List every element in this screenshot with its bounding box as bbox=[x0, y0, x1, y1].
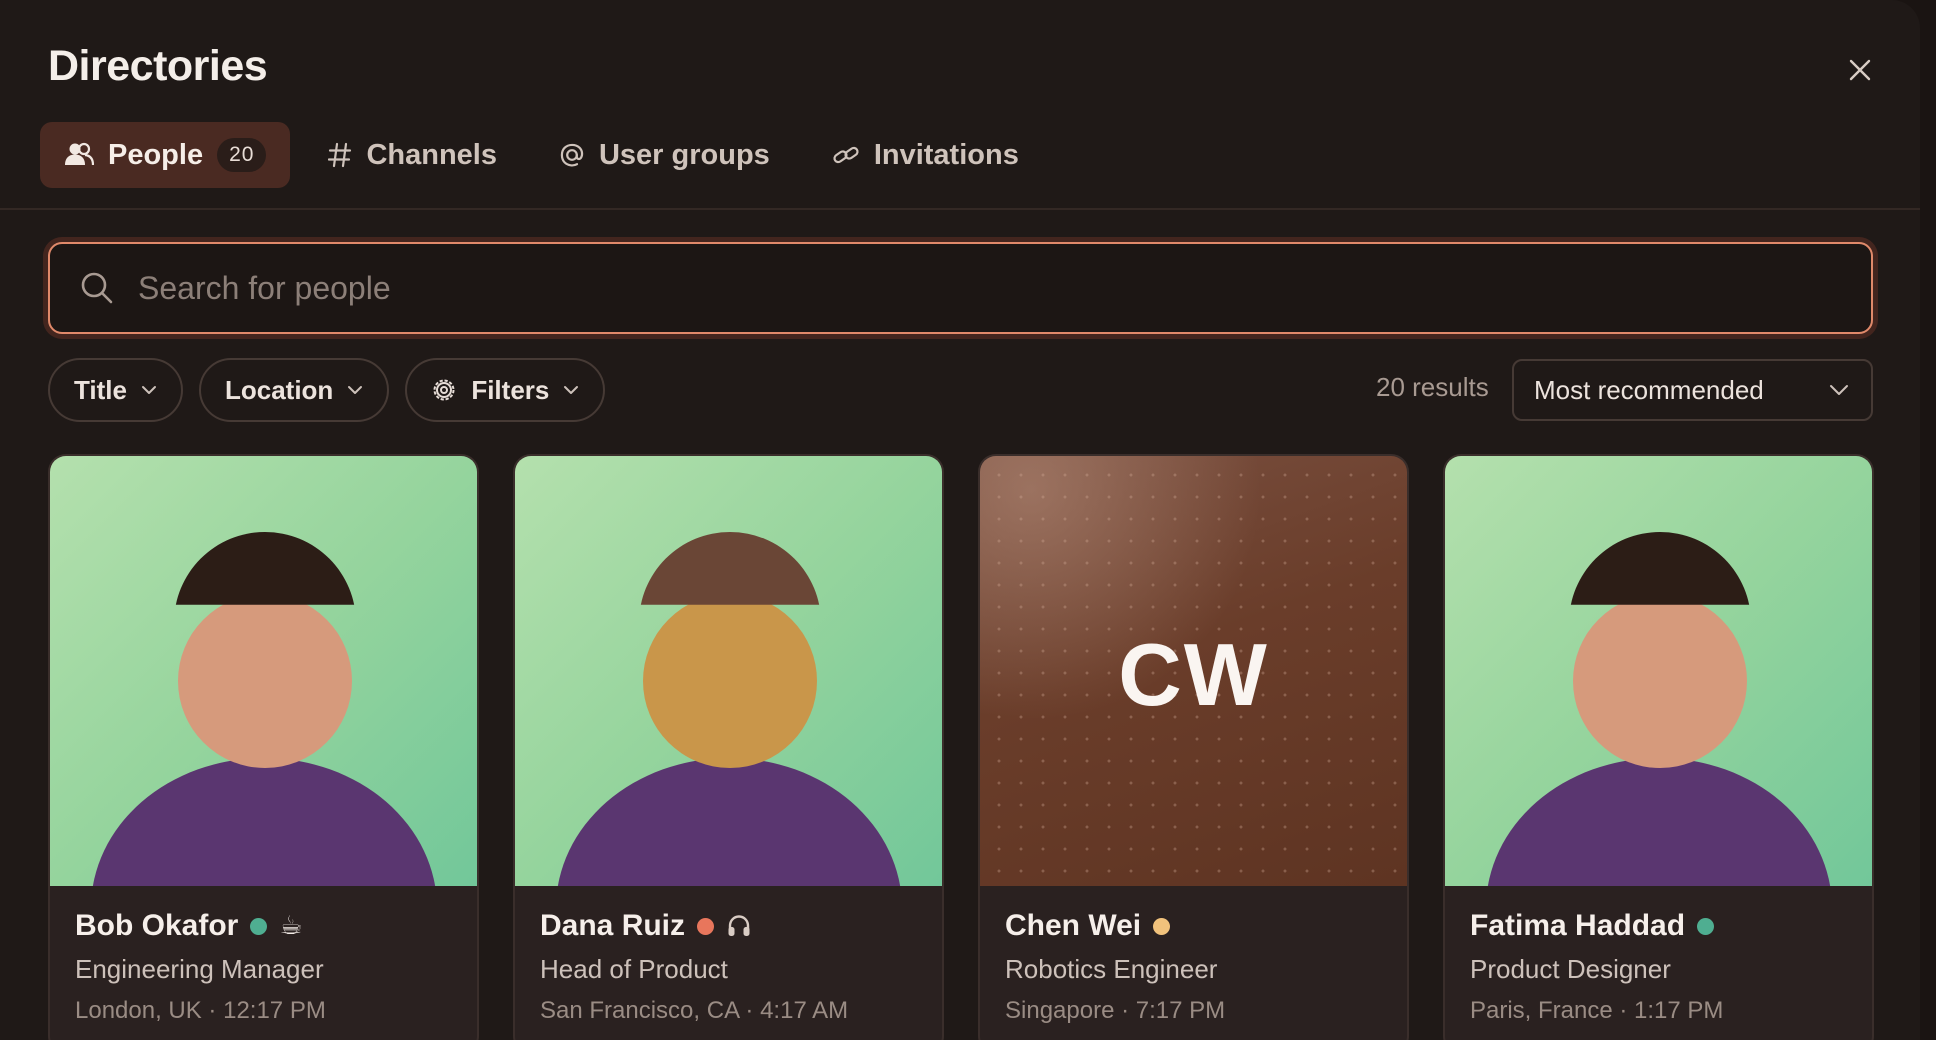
filter-label: Filters bbox=[471, 374, 550, 405]
status-dot bbox=[697, 917, 715, 935]
person-info: Bob Okafor ☕ Engineering Manager London,… bbox=[75, 906, 457, 1025]
sort-dropdown[interactable]: Most recommended bbox=[1512, 359, 1873, 421]
chevron-down-icon bbox=[1830, 385, 1848, 395]
tab-label: People bbox=[108, 138, 204, 171]
avatar bbox=[515, 456, 942, 886]
chevron-down-icon bbox=[141, 386, 156, 394]
tab-label: Channels bbox=[366, 138, 497, 171]
tab-people[interactable]: People 20 bbox=[40, 122, 291, 188]
avatar-head bbox=[643, 594, 817, 768]
person-location: London, UK · 12:17 PM bbox=[75, 997, 326, 1024]
sort-selected-label: Most recommended bbox=[1534, 374, 1764, 405]
person-card[interactable]: Bob Okafor ☕ Engineering Manager London,… bbox=[48, 454, 479, 1040]
coffee-icon: ☕ bbox=[279, 911, 303, 941]
people-icon bbox=[65, 142, 94, 166]
at-icon bbox=[560, 143, 584, 167]
person-location: Singapore · 7:17 PM bbox=[1005, 997, 1226, 1024]
person-name: Chen Wei bbox=[1005, 909, 1142, 942]
avatar-head bbox=[1573, 594, 1747, 768]
avatar-head bbox=[178, 594, 352, 768]
tab-label: User groups bbox=[598, 138, 770, 171]
tab-invitations[interactable]: Invitations bbox=[808, 122, 1043, 188]
person-location: Paris, France · 1:17 PM bbox=[1470, 997, 1724, 1024]
tab-label: Invitations bbox=[873, 138, 1019, 171]
directory-tabs: People 20 Channels User groups Invitatio… bbox=[40, 122, 1043, 188]
person-title: Head of Product bbox=[540, 954, 728, 984]
title-filter-button[interactable]: Title bbox=[48, 358, 183, 422]
filter-label: Title bbox=[74, 374, 127, 405]
person-name: Bob Okafor bbox=[75, 909, 239, 942]
tab-user-groups[interactable]: User groups bbox=[535, 122, 794, 188]
filters-button[interactable]: Filters bbox=[405, 358, 606, 422]
avatar-body bbox=[91, 758, 437, 886]
gear-icon bbox=[433, 379, 455, 401]
search-input[interactable] bbox=[138, 269, 1871, 307]
close-icon bbox=[1849, 59, 1871, 81]
person-title: Product Designer bbox=[1470, 954, 1671, 984]
page-title: Directories bbox=[48, 42, 268, 90]
person-name: Fatima Haddad bbox=[1470, 909, 1686, 942]
status-dot bbox=[1697, 917, 1715, 935]
avatar bbox=[50, 456, 477, 886]
divider bbox=[0, 208, 1920, 210]
person-location: San Francisco, CA · 4:17 AM bbox=[540, 997, 849, 1024]
people-grid: Bob Okafor ☕ Engineering Manager London,… bbox=[48, 454, 1874, 1040]
avatar bbox=[1445, 456, 1872, 886]
chevron-down-icon bbox=[348, 386, 363, 394]
avatar-body bbox=[1486, 758, 1832, 886]
person-card[interactable]: Fatima Haddad Product Designer Paris, Fr… bbox=[1443, 454, 1874, 1040]
status-dot bbox=[250, 917, 268, 935]
search-icon bbox=[81, 272, 113, 304]
link-icon bbox=[833, 146, 859, 164]
avatar-body bbox=[556, 758, 902, 886]
tab-channels[interactable]: Channels bbox=[304, 122, 521, 188]
hash-icon bbox=[328, 142, 352, 168]
person-card[interactable]: CW Chen Wei Robotics Engineer Singapore … bbox=[978, 454, 1409, 1040]
person-info: Chen Wei Robotics Engineer Singapore · 7… bbox=[1005, 906, 1387, 1025]
close-button[interactable] bbox=[1840, 50, 1880, 90]
avatar: CW bbox=[980, 456, 1407, 886]
status-dot bbox=[1153, 917, 1171, 935]
directories-modal: Directories People 20 Channels User grou… bbox=[0, 0, 1920, 1040]
location-filter-button[interactable]: Location bbox=[198, 358, 390, 422]
results-count: 20 results bbox=[1376, 372, 1489, 402]
person-name: Dana Ruiz bbox=[540, 909, 686, 942]
filter-label: Location bbox=[224, 374, 334, 405]
person-info: Dana Ruiz Head of Product San Francisco,… bbox=[540, 906, 922, 1025]
filter-bar: Title Location Filters bbox=[48, 358, 606, 422]
chevron-down-icon bbox=[564, 386, 579, 394]
search-box[interactable] bbox=[48, 242, 1873, 334]
headphones-icon bbox=[728, 915, 750, 936]
person-info: Fatima Haddad Product Designer Paris, Fr… bbox=[1470, 906, 1852, 1025]
people-count-badge: 20 bbox=[217, 138, 267, 172]
avatar-initials: CW bbox=[1118, 625, 1269, 724]
person-title: Engineering Manager bbox=[75, 954, 324, 984]
person-title: Robotics Engineer bbox=[1005, 954, 1218, 984]
person-card[interactable]: Dana Ruiz Head of Product San Francisco,… bbox=[513, 454, 944, 1040]
